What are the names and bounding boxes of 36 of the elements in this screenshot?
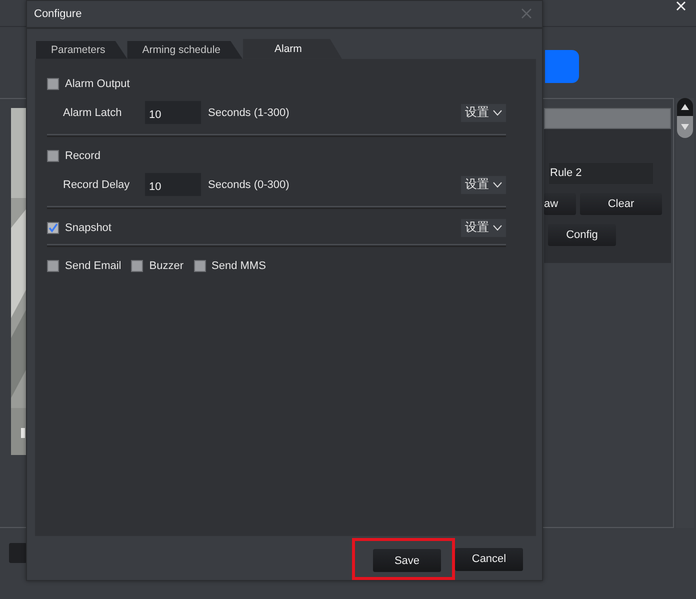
field-label: Alarm Latch [63, 106, 123, 119]
settings-dropdown[interactable]: 设置 [461, 218, 506, 237]
dialog-button[interactable]: Save [373, 549, 441, 572]
checkbox[interactable] [47, 260, 59, 272]
checkbox-label: Send MMS [212, 260, 266, 272]
button[interactable]: Clear [580, 193, 662, 215]
input-field[interactable]: 10 [145, 173, 201, 196]
window-title: Configure [34, 8, 82, 20]
scroll-up-icon[interactable] [677, 98, 693, 116]
input-field[interactable]: 10 [145, 101, 201, 124]
tab[interactable]: Alarm [242, 38, 342, 59]
caret-icon [493, 182, 502, 188]
caret-icon [493, 224, 502, 231]
settings-dropdown[interactable]: 设置 [461, 104, 506, 122]
rule-field[interactable]: Rule 2 [549, 163, 653, 184]
unit-label: Seconds (0-300) [208, 178, 290, 191]
tab[interactable]: Parameters [36, 40, 128, 59]
checkbox[interactable] [47, 150, 59, 162]
checkbox[interactable] [47, 222, 59, 234]
checkbox[interactable] [131, 260, 144, 272]
checkbox[interactable] [194, 260, 206, 272]
dialog-button[interactable]: Cancel [455, 548, 523, 570]
checkbox-label: Buzzer [149, 260, 184, 272]
settings-dropdown[interactable]: 设置 [461, 176, 506, 194]
tab[interactable]: Arming schedule [127, 40, 242, 59]
checkbox-label: Snapshot [65, 222, 112, 234]
unit-label: Seconds (1-300) [208, 106, 290, 119]
field-label: Record Delay [63, 178, 131, 191]
checkbox[interactable] [47, 78, 59, 90]
button[interactable]: Config [548, 224, 616, 246]
checkbox-label: Alarm Output [65, 78, 130, 90]
scroll-down-icon[interactable] [677, 116, 693, 138]
checkbox-label: Record [65, 150, 100, 162]
button[interactable]: aw [544, 193, 576, 215]
checkbox-label: Send Email [65, 260, 122, 272]
caret-icon [493, 110, 502, 116]
